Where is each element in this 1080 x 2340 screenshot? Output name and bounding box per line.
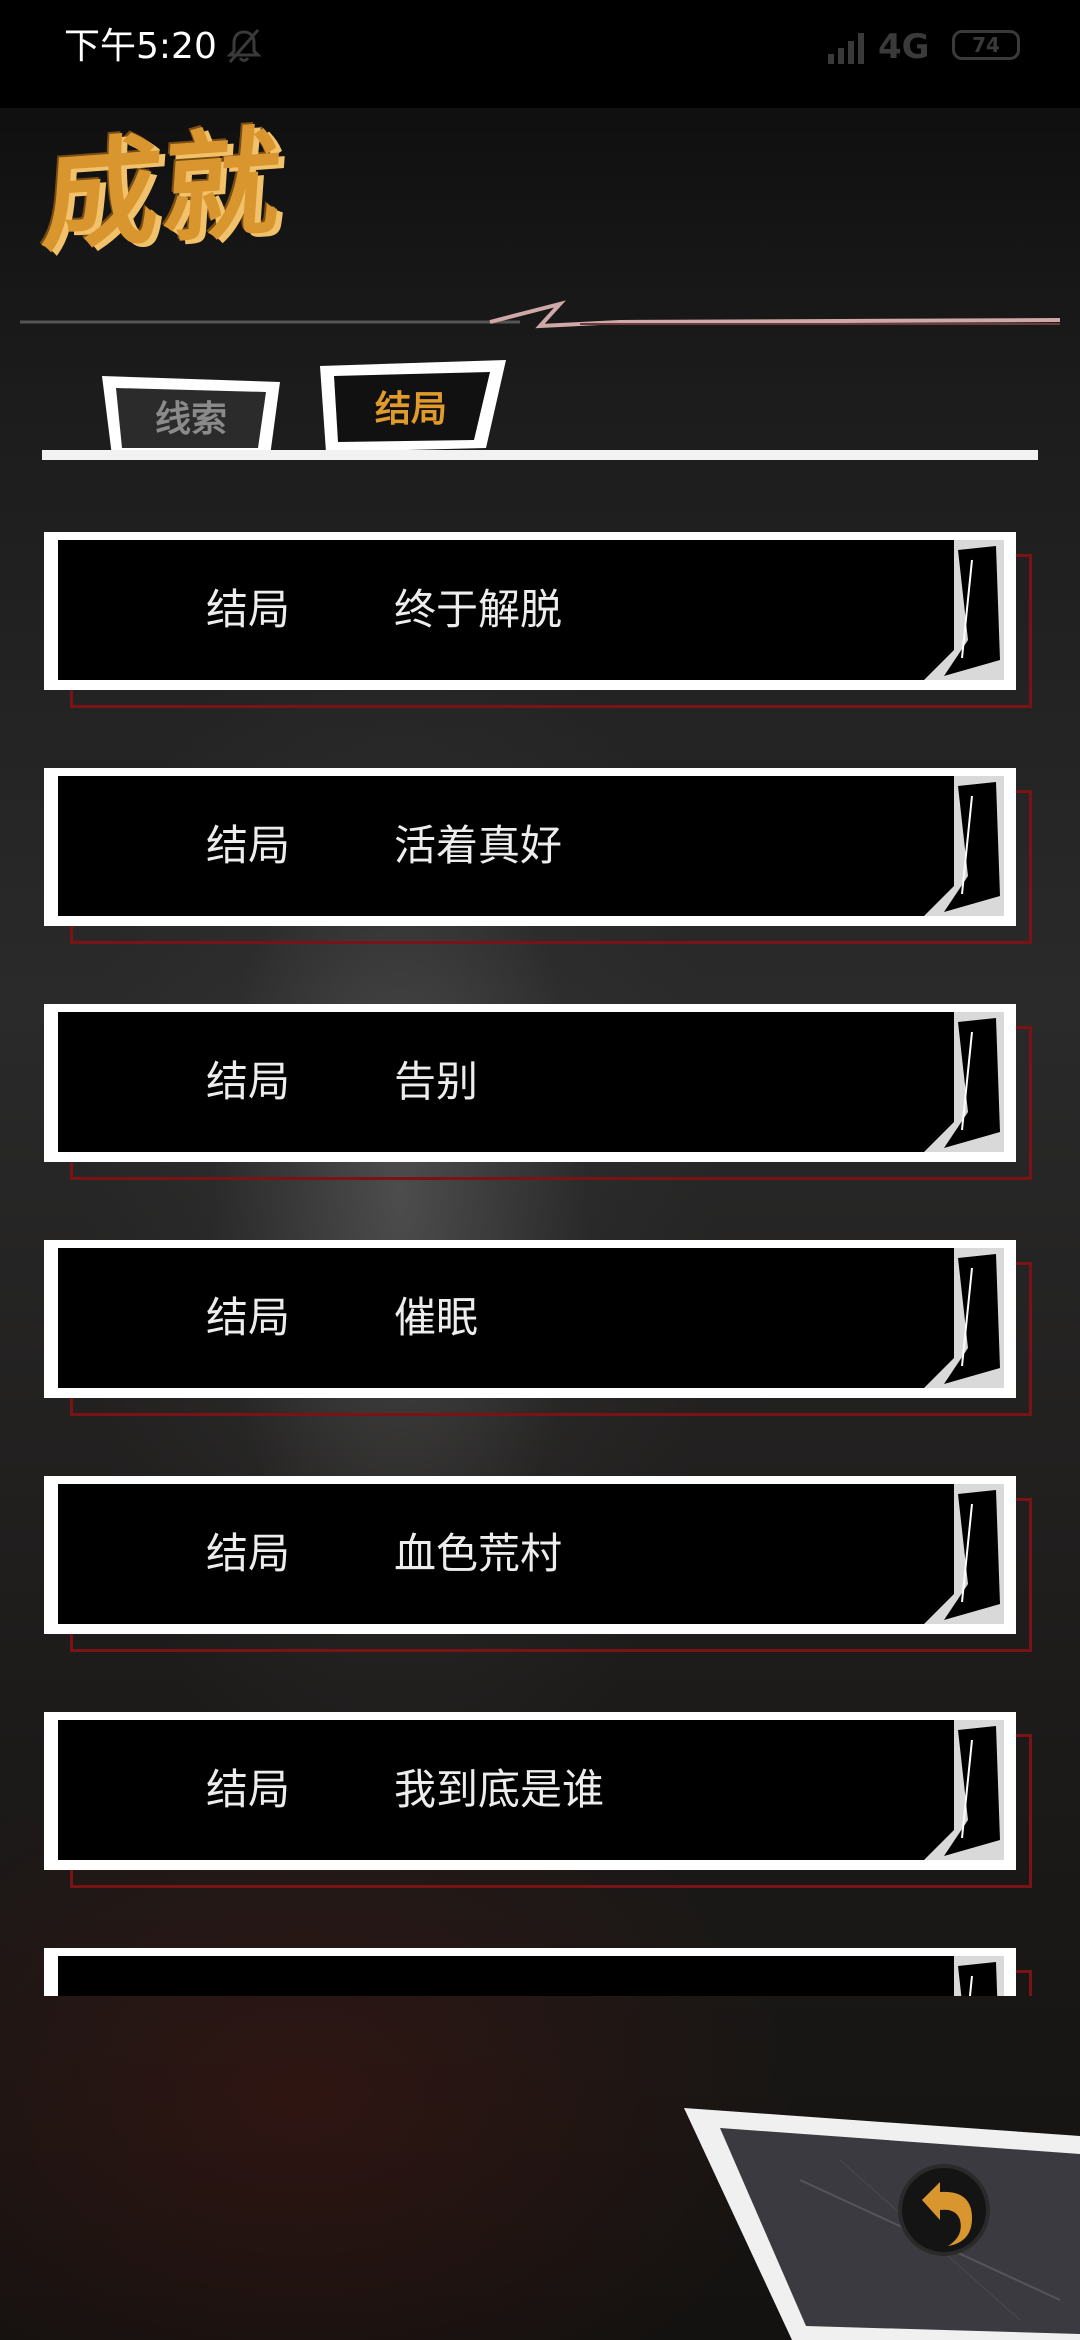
- list-item[interactable]: [44, 1948, 1034, 1996]
- back-button[interactable]: [680, 2100, 1080, 2340]
- list-item-panel: [58, 1956, 1004, 1996]
- tab-clues[interactable]: 线索: [98, 372, 284, 460]
- achievements-screen: 下午5:20 4G 74 成就 线索 结局 结局 终于解脱 结局 活着真好 结局…: [0, 0, 1080, 2340]
- list-item-panel: 结局 催眠: [58, 1248, 1004, 1388]
- list-item-frame: 结局 告别: [44, 1004, 1016, 1162]
- list-item-category: 结局: [206, 585, 291, 634]
- status-time: 下午5:20: [64, 26, 217, 67]
- list-item-name: 活着真好: [394, 821, 563, 870]
- back-button-panel: [684, 2108, 1080, 2340]
- list-item-category: 结局: [206, 1529, 291, 1578]
- list-item-panel: 结局 血色荒村: [58, 1484, 1004, 1624]
- tab-clues-label: 线索: [154, 399, 227, 440]
- tab-underline: [42, 450, 1038, 460]
- list-item-category: 结局: [206, 821, 291, 870]
- battery-icon: 74: [952, 30, 1020, 60]
- signal-bars-icon: [828, 33, 864, 64]
- list-item-panel: 结局 活着真好: [58, 776, 1004, 916]
- grunge-corner-decoration: [924, 1484, 1004, 1624]
- list-item-category: 结局: [206, 1057, 291, 1106]
- list-item-name: 催眠: [394, 1293, 479, 1342]
- network-type: 4G: [878, 27, 930, 67]
- grunge-corner-decoration: [924, 1248, 1004, 1388]
- list-item-panel: 结局 终于解脱: [58, 540, 1004, 680]
- list-item-frame: 结局 催眠: [44, 1240, 1016, 1398]
- bell-off-icon: [226, 29, 262, 63]
- list-item-frame: 结局 终于解脱: [44, 532, 1016, 690]
- page-title: 成就: [38, 112, 288, 269]
- status-bar: 下午5:20 4G 74: [0, 0, 1080, 108]
- list-item-name: 终于解脱: [394, 585, 563, 634]
- endings-list[interactable]: 结局 终于解脱 结局 活着真好 结局 告别 结局 催眠 结局 血色荒村 结局 我…: [0, 520, 1080, 1996]
- list-item-frame: 结局 我到底是谁: [44, 1712, 1016, 1870]
- grunge-corner-decoration: [954, 1956, 1004, 1996]
- tab-endings-label: 结局: [374, 389, 447, 430]
- title-divider: [20, 300, 1060, 329]
- grunge-corner-decoration: [924, 540, 1004, 680]
- list-item-panel: 结局 我到底是谁: [58, 1720, 1004, 1860]
- list-item[interactable]: 结局 活着真好: [44, 768, 1034, 952]
- list-item-category: 结局: [206, 1293, 291, 1342]
- back-arrow-icon[interactable]: [894, 2160, 994, 2260]
- list-item-frame: 结局 血色荒村: [44, 1476, 1016, 1634]
- list-item[interactable]: 结局 终于解脱: [44, 532, 1034, 716]
- list-item-name: 血色荒村: [394, 1529, 563, 1578]
- list-item-frame: 结局 活着真好: [44, 768, 1016, 926]
- list-item[interactable]: 结局 血色荒村: [44, 1476, 1034, 1660]
- list-item[interactable]: 结局 催眠: [44, 1240, 1034, 1424]
- list-item-category: 结局: [206, 1765, 291, 1814]
- tab-endings[interactable]: 结局: [314, 360, 508, 452]
- list-item[interactable]: 结局 告别: [44, 1004, 1034, 1188]
- list-item-name: 告别: [394, 1057, 479, 1106]
- battery-level: 74: [972, 33, 1000, 57]
- list-item-panel: 结局 告别: [58, 1012, 1004, 1152]
- list-item-name: 我到底是谁: [394, 1765, 605, 1814]
- list-item[interactable]: 结局 我到底是谁: [44, 1712, 1034, 1896]
- list-item-frame: [44, 1948, 1016, 1996]
- grunge-corner-decoration: [924, 1012, 1004, 1152]
- grunge-corner-decoration: [924, 776, 1004, 916]
- grunge-corner-decoration: [924, 1720, 1004, 1860]
